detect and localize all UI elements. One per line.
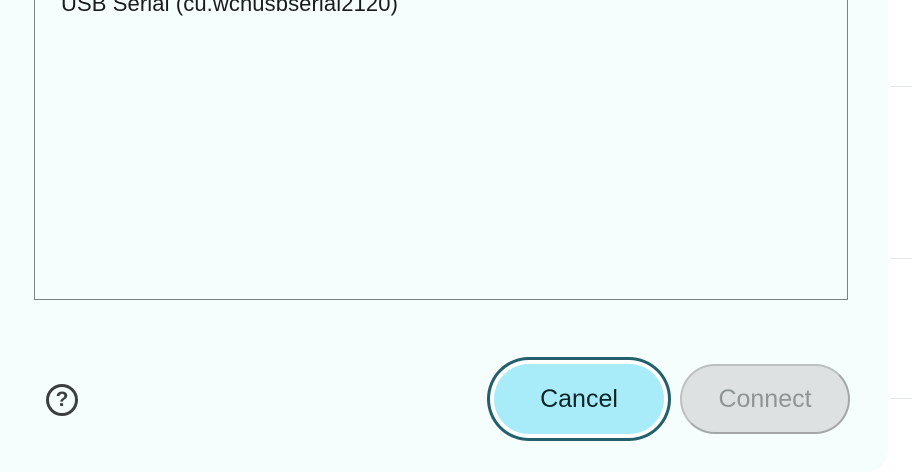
help-icon[interactable]: ? xyxy=(46,384,78,416)
connect-button[interactable]: Connect xyxy=(680,364,850,434)
background-divider xyxy=(890,258,912,259)
port-list-item[interactable]: USB Serial (cu.wchusbserial2120) xyxy=(61,0,398,17)
background-divider xyxy=(890,398,912,399)
cancel-button[interactable]: Cancel xyxy=(487,357,671,441)
serial-port-dialog: USB Serial (cu.wchusbserial2120) ? Cance… xyxy=(0,0,888,472)
port-list[interactable]: USB Serial (cu.wchusbserial2120) xyxy=(34,0,848,300)
background-divider xyxy=(890,86,912,87)
